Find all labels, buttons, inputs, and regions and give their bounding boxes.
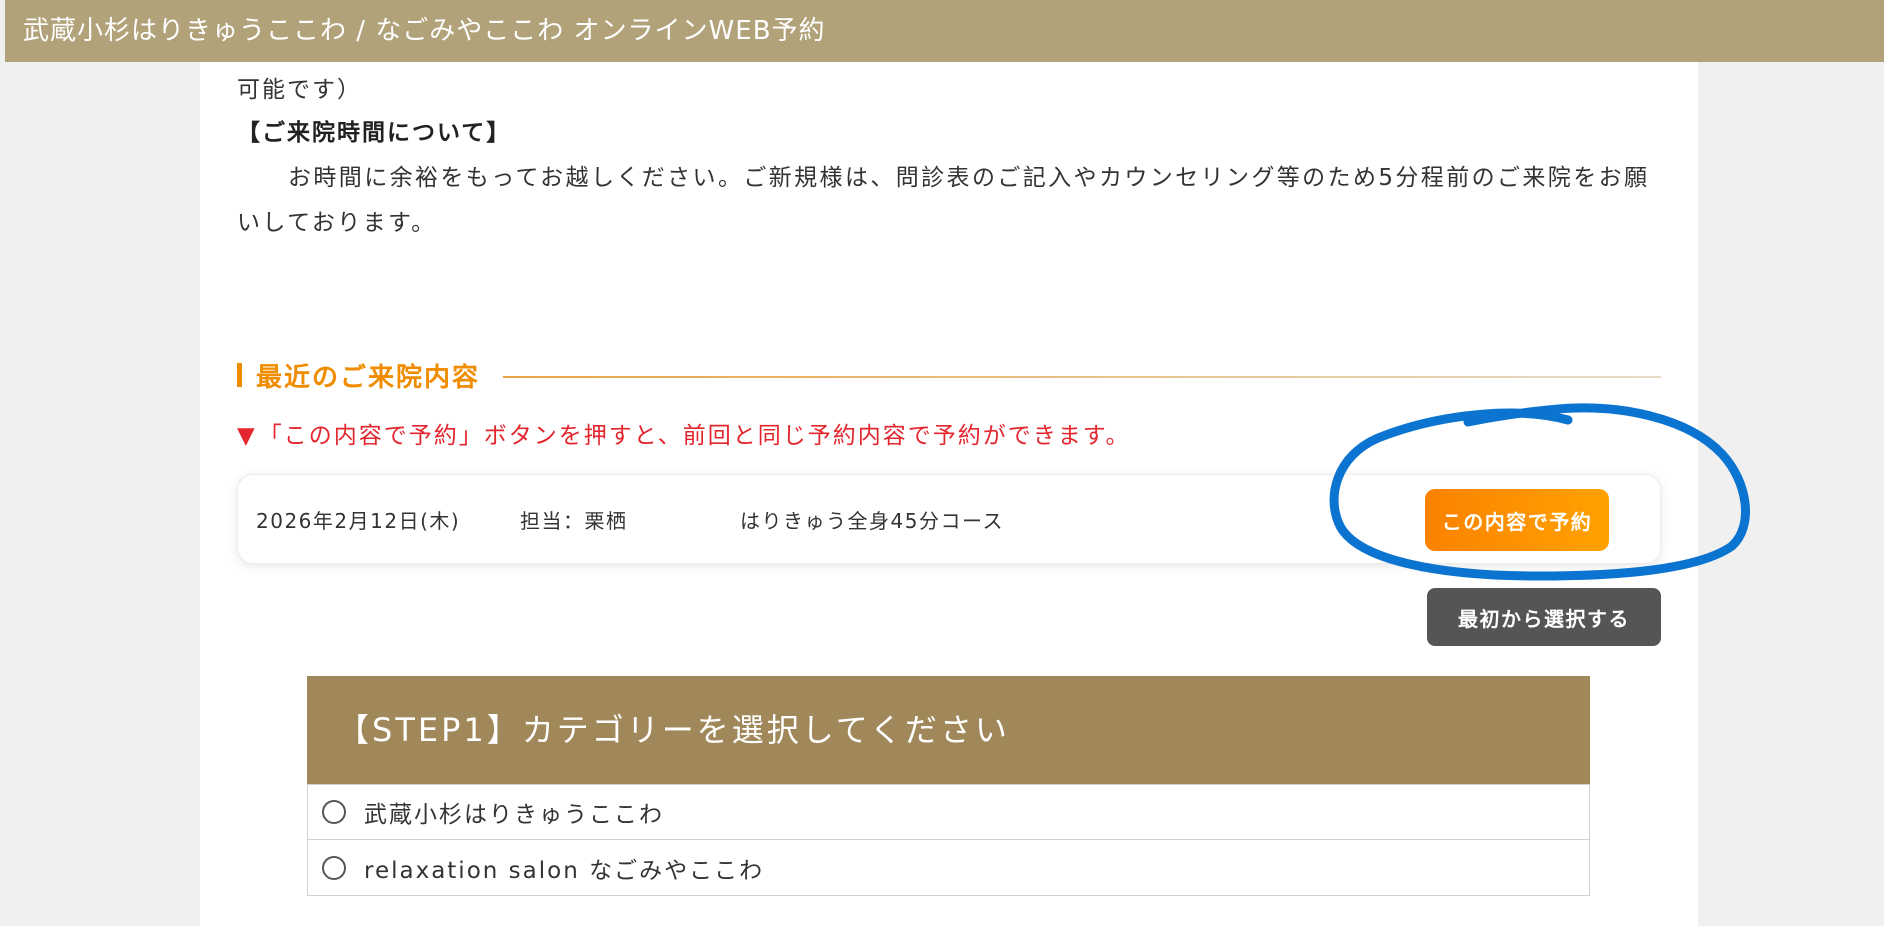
rebook-hint: ▼「この内容で予約」ボタンを押すと、前回と同じ予約内容で予約ができます。 xyxy=(237,416,1130,450)
step1-category-panel: 【STEP1】カテゴリーを選択してください 武蔵小杉はりきゅうここわ relax… xyxy=(307,676,1590,896)
down-triangle-icon: ▼ xyxy=(237,423,257,449)
notice-tail-text: 可能です） xyxy=(237,77,362,103)
visit-date: 2026年2月12日(木) xyxy=(256,509,461,533)
radio-icon[interactable] xyxy=(322,855,346,880)
heading-accent-bar xyxy=(237,363,242,387)
notice-heading: 【ご来院時間について】 xyxy=(237,120,512,146)
recent-visits-title: 最近のご来院内容 xyxy=(256,362,481,393)
restart-selection-button[interactable]: 最初から選択する xyxy=(1427,588,1661,646)
recent-visits-heading: 最近のご来院内容 xyxy=(237,357,480,393)
visit-staff: 担当：栗栖 xyxy=(520,509,628,533)
category-option-label: 武蔵小杉はりきゅうここわ xyxy=(364,802,664,828)
visit-course: はりきゅう全身45分コース xyxy=(740,509,1004,533)
category-option-hari[interactable]: 武蔵小杉はりきゅうここわ xyxy=(307,784,1590,840)
category-option-relaxation[interactable]: relaxation salon なごみやここわ xyxy=(307,840,1590,896)
notice-body: お時間に余裕をもってお越しください。ご新規様は、問診表のご記入やカウンセリング等… xyxy=(237,165,1650,236)
heading-divider-line xyxy=(503,376,1661,378)
radio-icon[interactable] xyxy=(322,800,346,824)
left-gutter xyxy=(5,62,200,926)
rebook-hint-text: 「この内容で予約」ボタンを押すと、前回と同じ予約内容で予約ができます。 xyxy=(258,423,1131,449)
category-option-label: relaxation salon なごみやここわ xyxy=(364,857,765,884)
rebook-button[interactable]: この内容で予約 xyxy=(1425,489,1609,551)
step1-title: 【STEP1】カテゴリーを選択してください xyxy=(307,676,1590,784)
page-title: 武蔵小杉はりきゅうここわ / なごみやここわ オンラインWEB予約 xyxy=(5,0,1884,62)
recent-visit-card: 2026年2月12日(木) 担当：栗栖 はりきゅう全身45分コース この内容で予… xyxy=(237,474,1661,564)
